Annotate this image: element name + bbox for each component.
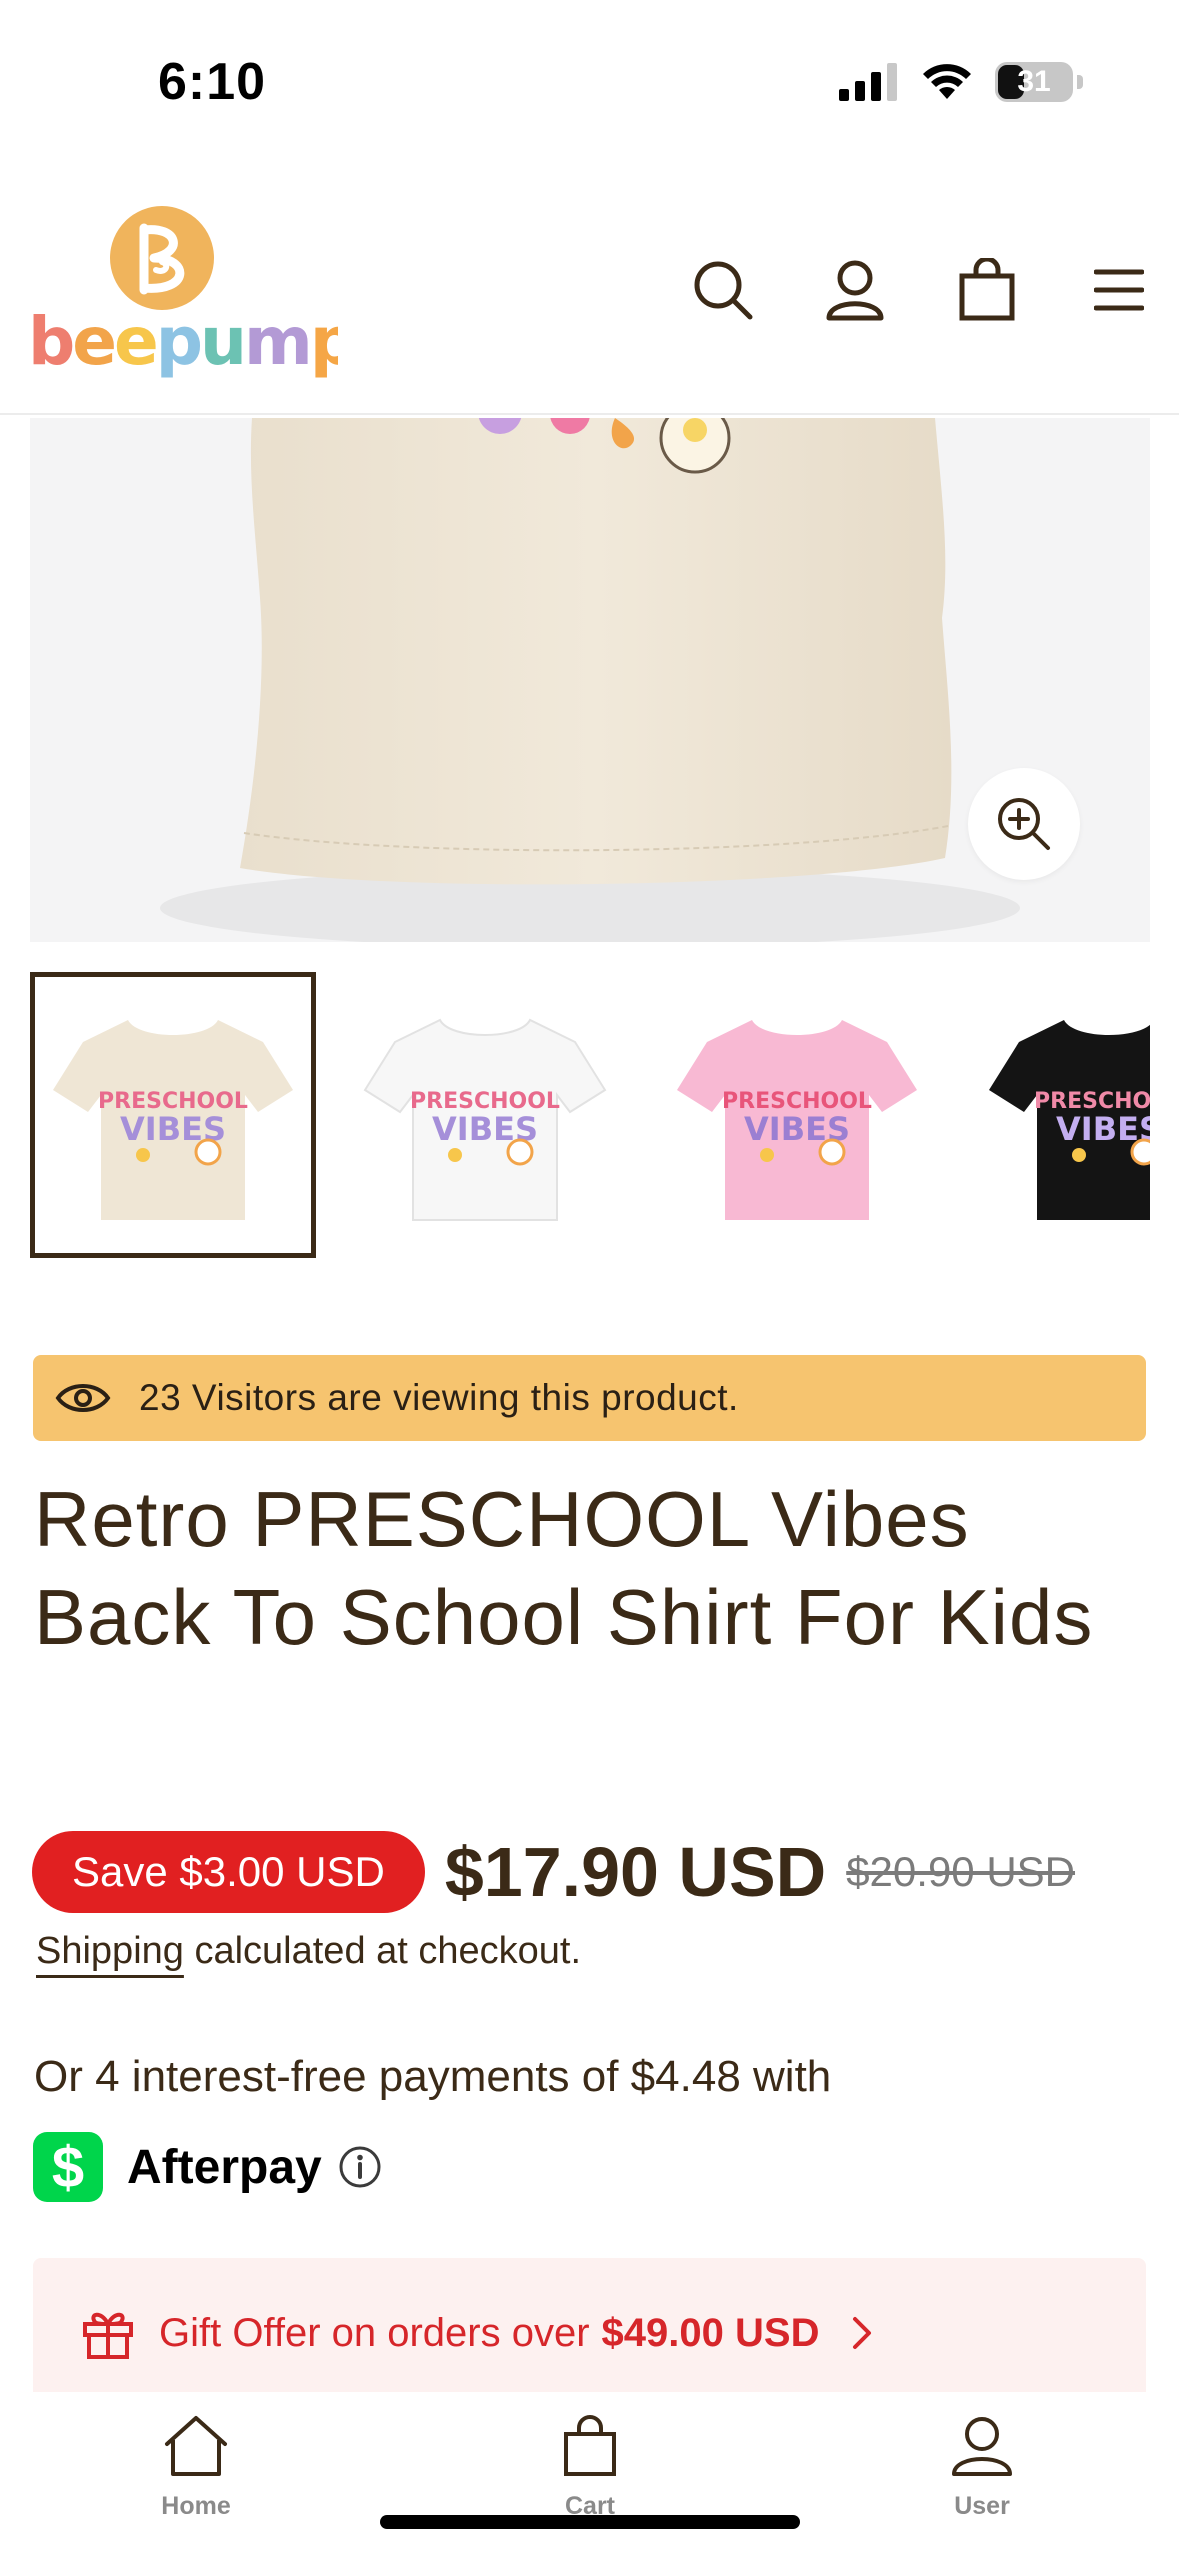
afterpay-line: Or 4 interest-free payments of $4.48 wit…: [34, 2052, 832, 2101]
shirt-thumb-pink: PRESCHOOL VIBES: [677, 1020, 917, 1220]
home-icon: [165, 2416, 227, 2476]
sale-price: $17.90 USD: [444, 1833, 827, 1911]
nav-user[interactable]: User: [892, 2414, 1072, 2521]
afterpay-brand[interactable]: $ Afterpay: [33, 2132, 382, 2202]
user-icon: [826, 260, 884, 321]
save-badge: Save $3.00 USD: [32, 1831, 425, 1913]
gift-amount: $49.00 USD: [601, 2310, 820, 2355]
cart-button[interactable]: [947, 250, 1027, 330]
visitors-text: 23 Visitors are viewing this product.: [139, 1377, 739, 1418]
logo-wordmark: beepumpkin: [28, 296, 462, 412]
user-icon: [952, 2417, 1012, 2476]
eye-icon: [55, 1384, 111, 1412]
chevron-right-icon: [853, 2317, 872, 2349]
header-icons: [683, 250, 1159, 330]
nav-home-label: Home: [161, 2492, 231, 2520]
gift-icon: [83, 2312, 133, 2359]
menu-icon: [1094, 269, 1144, 311]
cashapp-icon: $: [33, 2132, 103, 2202]
price-row: Save $3.00 USD $17.90 USD $20.90 USD: [32, 1830, 1075, 1914]
shirt-thumb-white: PRESCHOOL VIBES: [363, 1018, 607, 1221]
compare-price: $20.90 USD: [846, 1848, 1076, 1895]
nav-home[interactable]: Home: [106, 2414, 286, 2521]
battery-level: 31: [1017, 65, 1051, 98]
shipping-note: Shipping calculated at checkout.: [36, 1930, 581, 1973]
thumbnail-pink[interactable]: PRESCHOOL VIBES: [654, 972, 940, 1258]
product-title: Retro PRESCHOOL Vibes Back To School Shi…: [34, 1475, 1094, 1661]
bottom-nav: Home Cart User: [0, 2392, 1179, 2556]
thumbnail-strip: PRESCHOOL VIBES PRESCHOOL VIBES PRESCHOO…: [30, 972, 1150, 1258]
nav-user-label: User: [954, 2492, 1010, 2520]
thumbnail-white[interactable]: PRESCHOOL VIBES: [342, 972, 628, 1258]
logo-mark-icon: [110, 206, 214, 310]
status-time: 6:10: [158, 53, 267, 111]
shirt-thumb-cream: PRESCHOOL VIBES: [53, 1020, 293, 1220]
zoom-button[interactable]: [968, 768, 1080, 880]
account-button[interactable]: [815, 250, 895, 330]
menu-button[interactable]: [1079, 250, 1159, 330]
search-button[interactable]: [683, 250, 763, 330]
shirt-thumb-black: PRESCHOOL VIBES: [989, 1020, 1150, 1220]
thumbnail-black[interactable]: PRESCHOOL VIBES: [966, 972, 1150, 1258]
battery-icon: 31: [995, 62, 1073, 102]
logo-wordmark-art: beepumpkin: [28, 303, 462, 380]
bag-icon: [959, 258, 1015, 321]
status-icons: 31: [839, 62, 1083, 102]
thumbnail-cream[interactable]: PRESCHOOL VIBES: [30, 972, 316, 1258]
gift-text: Gift Offer on orders over: [159, 2310, 590, 2355]
visitors-banner: 23 Visitors are viewing this product.: [33, 1355, 1146, 1441]
afterpay-name: Afterpay: [127, 2140, 322, 2194]
nav-cart[interactable]: Cart: [500, 2414, 680, 2521]
bag-icon: [564, 2415, 616, 2476]
status-bar: 6:10 31: [0, 0, 1179, 150]
wifi-icon: [923, 64, 971, 99]
home-indicator: [380, 2515, 800, 2529]
logo[interactable]: beepumpkin: [28, 206, 462, 396]
shirt-photo: [160, 418, 1020, 942]
svg-text:beepumpkin: beepumpkin: [28, 303, 338, 380]
shipping-link[interactable]: Shipping: [36, 1930, 184, 1972]
site-header: beepumpkin: [0, 190, 1179, 415]
search-icon: [694, 261, 753, 320]
shipping-text: calculated at checkout.: [183, 1930, 582, 1972]
info-icon[interactable]: [338, 2145, 382, 2189]
signal-icon: [839, 63, 897, 101]
zoom-in-icon: [998, 798, 1050, 850]
battery-cap: [1077, 75, 1083, 89]
gift-offer-banner[interactable]: Gift Offer on orders over $49.00 USD: [33, 2258, 1146, 2408]
product-main-image[interactable]: [30, 418, 1150, 942]
